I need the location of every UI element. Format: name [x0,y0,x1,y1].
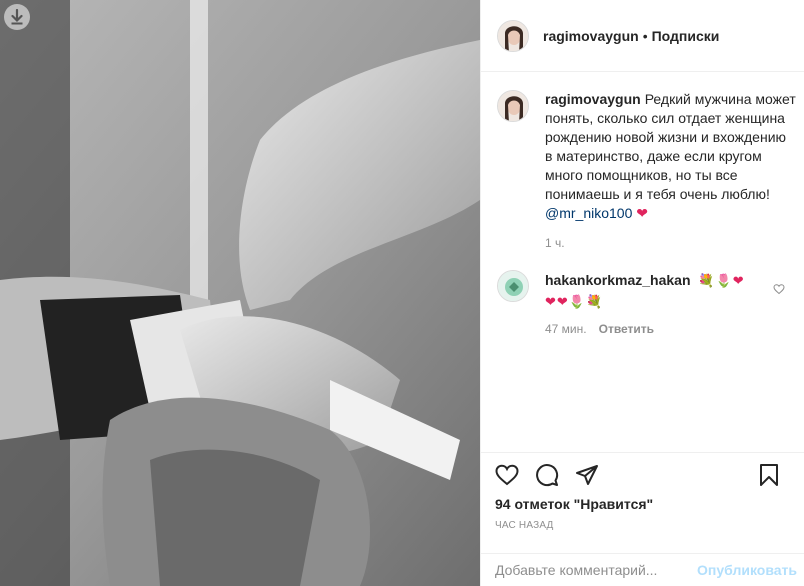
caption-text: ragimovaygun Редкий мужчина может понять,… [545,90,797,223]
post-photo[interactable] [0,0,480,586]
caption-username[interactable]: ragimovaygun [545,91,641,107]
reply-button[interactable]: Ответить [599,322,654,336]
heart-emoji: ❤ [636,205,648,221]
comment-text: hakankorkmaz_hakan 💐🌷❤ ❤❤🌷💐 [545,270,765,312]
comment-meta: 47 мин. Ответить [545,322,654,336]
bouquet-emoji: 💐 [698,273,715,288]
bouquet-emoji: 💐 [586,294,603,309]
caption-time[interactable]: 1 ч. [545,236,565,250]
tulip-emoji: 🌷 [715,273,732,288]
caption-avatar[interactable] [497,90,529,122]
share-icon [576,465,598,485]
save-button[interactable] [757,463,781,487]
download-icon [11,9,23,25]
action-bar [481,452,804,492]
avatar-image [498,271,528,301]
heart-emoji: ❤ [556,294,568,309]
comment-input[interactable] [495,562,705,578]
bookmark-icon [760,464,778,486]
caption: ragimovaygun Редкий мужчина может понять,… [497,90,797,223]
avatar-image [498,91,528,121]
heart-emoji: ❤ [732,273,744,288]
download-button[interactable] [4,4,30,30]
post-timestamp[interactable]: час назад [495,520,554,531]
photo-image [0,0,480,586]
mention-link[interactable]: @mr_niko100 [545,205,632,221]
separator-dot: • [642,27,648,44]
heart-icon [495,464,519,486]
publish-button[interactable]: Опубликовать [697,562,797,578]
post-header: ragimovaygun • Подписки [481,0,804,72]
header-username[interactable]: ragimovaygun [543,28,639,44]
comment-icon [536,464,559,487]
tulip-emoji: 🌷 [568,294,585,309]
comment-like-button[interactable] [773,282,785,298]
like-button[interactable] [495,463,519,487]
heart-emoji: ❤ [545,294,556,309]
comment-time[interactable]: 47 мин. [545,322,587,336]
follow-button[interactable]: Подписки [652,28,720,44]
comment-item: hakankorkmaz_hakan 💐🌷❤ ❤❤🌷💐 [497,270,797,312]
avatar-image [498,20,528,51]
share-button[interactable] [575,463,599,487]
likes-count[interactable]: 94 отметок "Нравится" [495,496,653,512]
caption-body: Редкий мужчина может понять, сколько сил… [545,91,796,202]
comment-username[interactable]: hakankorkmaz_hakan [545,272,691,288]
comment-avatar[interactable] [497,270,529,302]
avatar[interactable] [497,19,529,52]
comment-button[interactable] [535,463,559,487]
post-panel: ragimovaygun • Подписки ragimovaygun Редк… [480,0,804,586]
add-comment-bar: Опубликовать [481,553,804,586]
small-heart-icon [773,284,785,295]
